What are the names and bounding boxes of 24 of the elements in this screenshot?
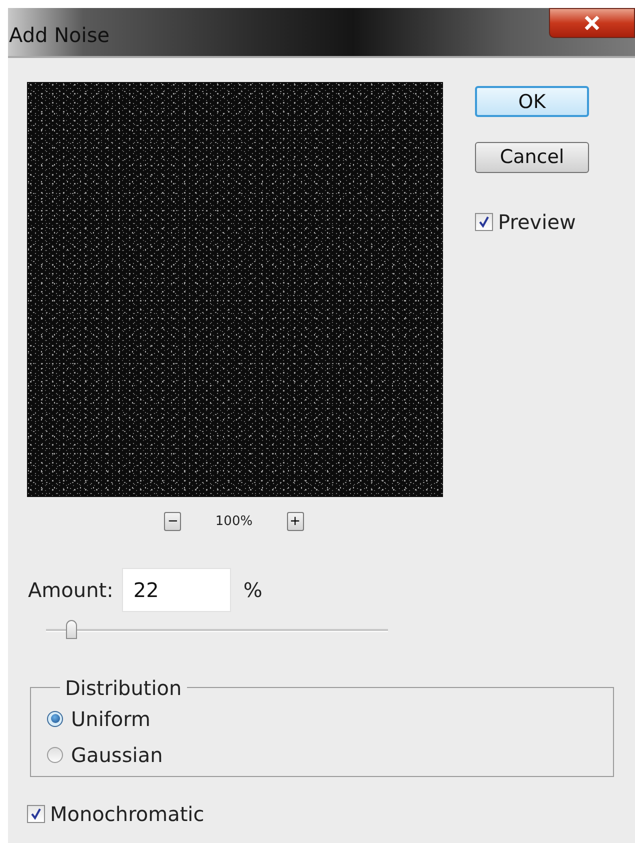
close-icon	[584, 16, 600, 30]
checkbox[interactable]	[27, 804, 45, 822]
preview-label: Preview	[498, 209, 576, 236]
amount-field[interactable]: 22	[122, 568, 232, 612]
radio-button[interactable]	[47, 746, 63, 762]
radio-label: Uniform	[71, 706, 151, 732]
zoom-level: 100%	[215, 513, 253, 531]
ok-button[interactable]: OK	[475, 86, 589, 117]
check-icon	[478, 216, 490, 228]
group-title: Distribution	[64, 674, 183, 702]
close-button[interactable]	[549, 8, 635, 38]
check-icon	[30, 808, 42, 820]
radio-button[interactable]	[47, 710, 63, 726]
radio-label: Gaussian	[71, 742, 163, 768]
percent-unit: %	[243, 576, 262, 604]
checkbox[interactable]	[475, 213, 493, 231]
amount-slider[interactable]	[46, 620, 388, 640]
zoom-out-button[interactable]: −	[164, 512, 182, 532]
window-title: Add Noise	[9, 22, 110, 49]
monochromatic-label: Monochromatic	[50, 800, 204, 828]
cancel-button[interactable]: Cancel	[475, 142, 589, 173]
zoom-in-button[interactable]: +	[286, 512, 304, 532]
slider-thumb[interactable]	[66, 620, 77, 638]
amount-label: Amount:	[28, 576, 114, 604]
